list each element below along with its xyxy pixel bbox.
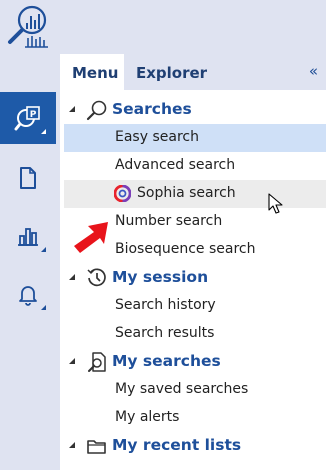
submenu-corner-icon (41, 305, 46, 310)
expanded-arrow-icon (69, 442, 75, 448)
section-my-session[interactable]: My session (60, 264, 326, 292)
section-title: My recent lists (112, 436, 242, 454)
sophia-logo-icon (114, 185, 131, 202)
folder-icon (87, 440, 106, 454)
section-title: My session (112, 268, 209, 286)
section-searches[interactable]: Searches (60, 96, 326, 124)
rail-button-analytics[interactable] (0, 210, 56, 262)
search-chart-logo-icon (8, 5, 48, 48)
expanded-arrow-icon (69, 358, 75, 364)
left-rail: P (0, 0, 56, 470)
menu-item-sophia-search[interactable]: Sophia search (64, 180, 326, 208)
magnifier-icon (86, 100, 107, 121)
section-title: My searches (112, 352, 221, 370)
menu-item-my-saved-searches[interactable]: My saved searches (60, 376, 326, 404)
menu-item-easy-search[interactable]: Easy search (64, 124, 326, 152)
document-icon (20, 167, 36, 189)
rail-button-alerts[interactable] (0, 268, 56, 320)
section-title: Searches (112, 100, 192, 118)
expanded-arrow-icon (69, 106, 75, 112)
menu-item-advanced-search[interactable]: Advanced search (60, 152, 326, 180)
svg-text:P: P (30, 110, 37, 120)
bar-chart-icon (18, 228, 38, 246)
tab-menu[interactable]: Menu (60, 54, 124, 90)
rail-button-documents[interactable] (0, 152, 56, 204)
rail-button-search[interactable]: P (0, 92, 56, 144)
bell-icon (19, 286, 37, 306)
navigation-panel: Menu Explorer « Searches Easy search Adv… (60, 54, 326, 470)
section-my-recent-lists[interactable]: My recent lists (60, 432, 326, 460)
mouse-cursor-icon (268, 193, 283, 214)
annotation-arrow-icon (74, 222, 108, 253)
submenu-corner-icon (41, 129, 46, 134)
submenu-corner-icon (41, 247, 46, 252)
expanded-arrow-icon (69, 274, 75, 280)
collapse-panel-icon[interactable]: « (309, 62, 318, 80)
patent-search-icon: P (14, 106, 40, 131)
history-clock-icon (87, 268, 106, 287)
panel-tabs: Menu Explorer « (60, 54, 326, 90)
section-my-searches[interactable]: My searches (60, 348, 326, 376)
menu-tree: Searches Easy search Advanced search Sop… (60, 96, 326, 460)
menu-item-search-results[interactable]: Search results (60, 320, 326, 348)
menu-item-search-history[interactable]: Search history (60, 292, 326, 320)
saved-search-document-icon (88, 352, 106, 372)
tab-explorer[interactable]: Explorer (124, 54, 224, 90)
menu-item-my-alerts[interactable]: My alerts (60, 404, 326, 432)
